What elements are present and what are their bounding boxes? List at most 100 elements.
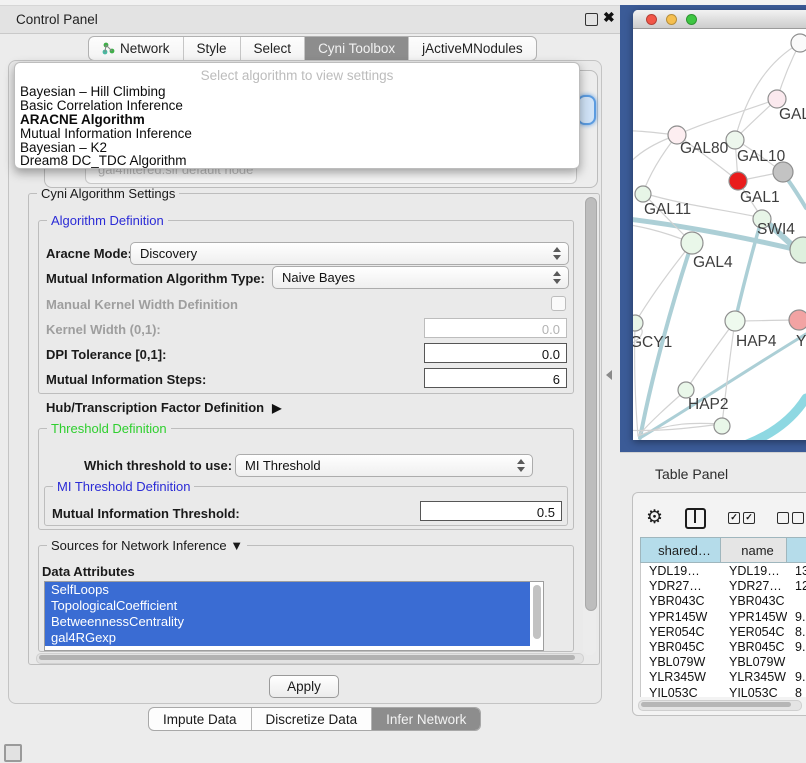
tab-select[interactable]: Select (241, 37, 306, 60)
table-hscrollbar-thumb[interactable] (641, 702, 791, 707)
network-node[interactable] (725, 311, 745, 331)
network-node[interactable] (635, 186, 651, 202)
deselect-all-icon[interactable] (777, 512, 804, 524)
dropdown-item-bayesian-k2[interactable]: Bayesian – K2 (19, 141, 575, 155)
which-threshold-select[interactable]: MI Threshold (235, 454, 533, 477)
tab-jactivemnodules[interactable]: jActiveMNodules (409, 37, 536, 60)
table-row[interactable]: YPR145WYPR145W9. (641, 609, 806, 624)
table-row[interactable]: YBR043CYBR043C (641, 593, 806, 608)
table-cell: YER054C (641, 624, 721, 639)
dropdown-item-dream8-dc-tdc-algorithm[interactable]: Dream8 DC_TDC Algorithm (19, 154, 575, 168)
float-panel-icon[interactable] (585, 13, 598, 26)
dropdown-item-aracne-algorithm[interactable]: ARACNE Algorithm (19, 113, 575, 127)
table-cell: 8 (787, 685, 806, 698)
network-node[interactable] (726, 131, 744, 149)
splitter-collapse-arrow[interactable] (606, 370, 612, 380)
bottom-tabs: Impute DataDiscretize DataInfer Network (148, 707, 481, 731)
table-cell: YIL053C (641, 685, 721, 698)
settings-hscrollbar-track[interactable] (36, 653, 584, 664)
network-edge[interactable] (735, 43, 800, 139)
zoom-traffic-light[interactable] (686, 14, 697, 25)
network-node[interactable] (681, 232, 703, 254)
network-node[interactable] (789, 310, 806, 330)
minimized-panel-icon[interactable] (4, 744, 22, 762)
table-row[interactable]: YDL19…YDL19…13 (641, 563, 806, 578)
settings-hscrollbar-thumb[interactable] (39, 655, 575, 660)
column-header-name[interactable]: name (721, 538, 787, 562)
tab-cyni-toolbox[interactable]: Cyni Toolbox (305, 37, 409, 60)
table-cell: YBR045C (721, 639, 787, 654)
table-row[interactable]: YER054CYER054C8. (641, 624, 806, 639)
network-node[interactable] (714, 418, 730, 434)
table-cell: YBL079W (721, 654, 787, 669)
network-canvas[interactable]: GAL7GAL80GAL10GAL1GAL11SWI4GAL4GCY1HAP4Y… (633, 28, 806, 440)
manual-kernel-checkbox[interactable] (551, 296, 566, 311)
network-edge[interactable] (742, 398, 806, 440)
table-cell: YER054C (721, 624, 787, 639)
node-label-gal80: GAL80 (680, 140, 729, 157)
network-edge[interactable] (635, 243, 692, 323)
attribute-item-gal4rgexp[interactable]: gal4RGexp (45, 630, 530, 646)
attribute-item-topologicalcoefficient[interactable]: TopologicalCoefficient (45, 598, 530, 614)
table-header: shared…name (640, 537, 806, 563)
column-header-2[interactable] (787, 538, 806, 562)
table-cell: YBR045C (641, 639, 721, 654)
dropdown-item-basic-correlation-inference[interactable]: Basic Correlation Inference (19, 99, 575, 113)
collapsed-arrow-icon: ▶ (272, 401, 281, 415)
mi-threshold-label: Mutual Information Threshold: (52, 506, 240, 521)
table-toolbar: ⚙ ✓ ✓ (646, 505, 806, 531)
bottom-tab-infer-network[interactable]: Infer Network (372, 708, 480, 730)
tab-network[interactable]: Network (89, 37, 184, 60)
select-all-icon[interactable]: ✓ ✓ (728, 512, 755, 524)
network-window-titlebar[interactable] (633, 10, 806, 29)
table-cell: YDR27… (641, 578, 721, 593)
table-row[interactable]: YBL079WYBL079W (641, 654, 806, 669)
stepper-icon (553, 246, 562, 261)
hub-definition-toggle[interactable]: Hub/Transcription Factor Definition▶ (46, 400, 281, 415)
attribute-item-betweennesscentrality[interactable]: BetweennessCentrality (45, 614, 530, 630)
network-node[interactable] (791, 34, 806, 52)
network-edge[interactable] (643, 135, 677, 193)
table-row[interactable]: YIL053CYIL053C8 (641, 685, 806, 698)
network-node[interactable] (773, 162, 793, 182)
table-row[interactable]: YLR345WYLR345W9. (641, 669, 806, 684)
table-row[interactable]: YDR27…YDR27…12 (641, 578, 806, 593)
tab-style[interactable]: Style (184, 37, 241, 60)
aracne-mode-select[interactable]: Discovery (130, 242, 569, 265)
sources-title[interactable]: Sources for Network Inference ▼ (47, 538, 247, 553)
table-row[interactable]: YBR045CYBR045C9. (641, 639, 806, 654)
dropdown-item-mutual-information-inference[interactable]: Mutual Information Inference (19, 127, 575, 141)
node-label-hap4: HAP4 (736, 333, 777, 350)
mi-threshold-field[interactable]: 0.5 (420, 501, 562, 521)
dropdown-item-bayesian-hill-climbing[interactable]: Bayesian – Hill Climbing (19, 85, 575, 99)
table-cell (787, 593, 806, 608)
data-attributes-list[interactable]: SelfLoopsTopologicalCoefficientBetweenne… (44, 581, 544, 651)
close-icon[interactable]: ✖ (603, 9, 615, 26)
table-hscrollbar-track[interactable] (638, 700, 802, 711)
network-node[interactable] (790, 237, 806, 263)
kernel-width-field[interactable]: 0.0 (424, 318, 567, 338)
column-header-shared-[interactable]: shared… (641, 538, 721, 562)
column-manager-icon[interactable] (685, 508, 706, 529)
settings-scrollbar-thumb[interactable] (585, 197, 597, 611)
network-node[interactable] (729, 172, 747, 190)
bottom-tab-impute-data[interactable]: Impute Data (149, 708, 252, 730)
gear-icon[interactable]: ⚙ (646, 507, 663, 529)
minimize-traffic-light[interactable] (666, 14, 677, 25)
bottom-tab-discretize-data[interactable]: Discretize Data (252, 708, 373, 730)
network-edge[interactable] (677, 99, 777, 135)
mi-steps-field[interactable]: 6 (424, 368, 567, 388)
mi-type-select[interactable]: Naive Bayes (272, 266, 569, 289)
dpi-tolerance-field[interactable]: 0.0 (424, 343, 567, 363)
table-cell: 9. (787, 639, 806, 654)
attribute-item-selfloops[interactable]: SelfLoops (45, 582, 530, 598)
apply-button[interactable]: Apply (269, 675, 339, 698)
panel-title: Control Panel (16, 12, 98, 27)
dpi-tolerance-label: DPI Tolerance [0,1]: (46, 347, 166, 362)
list-scrollbar-thumb[interactable] (533, 585, 541, 639)
network-node[interactable] (633, 315, 643, 331)
data-attributes-label: Data Attributes (42, 564, 135, 579)
table-cell: YDL19… (721, 563, 787, 578)
close-traffic-light[interactable] (646, 14, 657, 25)
node-table: shared…name YDL19…YDL19…13YDR27…YDR27…12… (640, 537, 806, 697)
